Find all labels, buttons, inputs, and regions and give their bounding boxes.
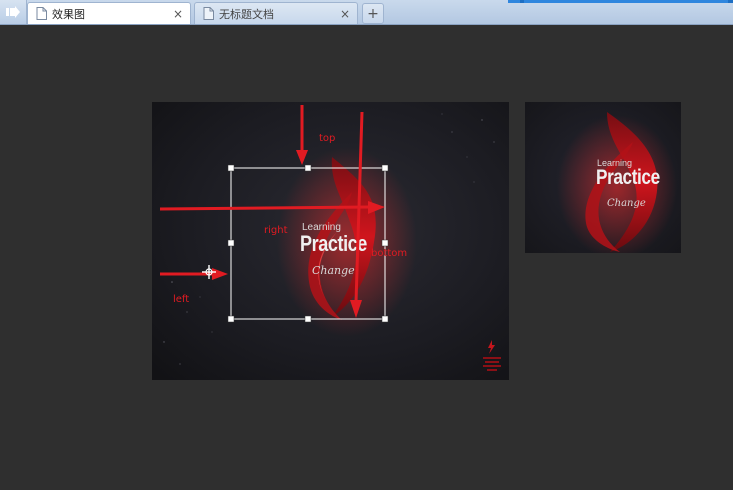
tab-strip-accent-mark (520, 0, 524, 3)
close-icon[interactable]: × (337, 6, 353, 22)
tab-label: 效果图 (52, 7, 85, 21)
document-icon (34, 7, 48, 21)
browser-tab-strip: 效果图 × 无标题文档 × + (0, 0, 733, 25)
poster-text-practice: Practice (300, 231, 367, 256)
back-button[interactable] (0, 0, 27, 24)
back-arrow-icon (6, 6, 20, 18)
annotation-bottom: bottom (371, 248, 408, 259)
tab-untitled-document[interactable]: 无标题文档 × (194, 2, 358, 24)
new-tab-button[interactable]: + (362, 3, 384, 24)
plus-icon: + (367, 5, 379, 22)
tab-strip-accent-mark-right (728, 0, 733, 3)
tab-label: 无标题文档 (219, 7, 274, 21)
preview-text-change: Change (607, 198, 646, 209)
annotation-left: left (173, 294, 190, 305)
tab-effect-image[interactable]: 效果图 × (27, 2, 191, 24)
document-icon (201, 7, 215, 21)
tab-strip-accent (508, 0, 733, 3)
poster-text-change: Change (312, 264, 355, 277)
annotation-right: right (264, 225, 288, 236)
close-icon[interactable]: × (170, 6, 186, 22)
preview-text-practice: Practice (596, 166, 660, 189)
crop-preview-image: Learning Practice Change (525, 102, 681, 253)
annotation-top: top (319, 133, 336, 144)
